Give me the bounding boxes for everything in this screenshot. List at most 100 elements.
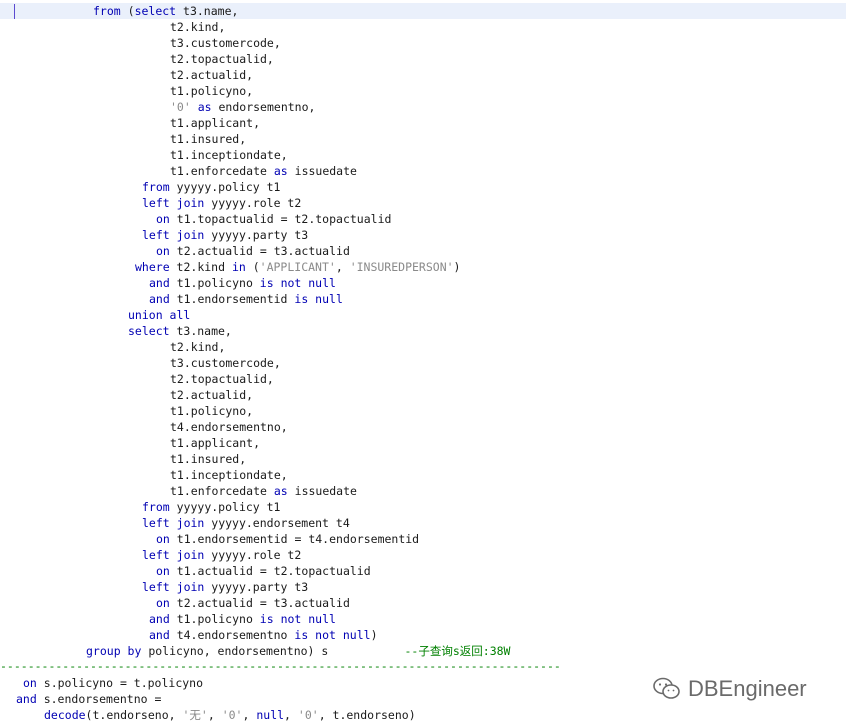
code-text: yyyyy.endorsement t4 [204, 516, 350, 530]
code-line[interactable]: t1.enforcedate as issuedate [170, 163, 357, 179]
code-text: yyyyy.policy t1 [169, 180, 281, 194]
code-line[interactable]: from yyyyy.policy t1 [142, 499, 280, 515]
code-text: ) [453, 260, 461, 274]
code-line[interactable]: from (select t3.name, [93, 3, 238, 19]
sql-keyword: and [149, 292, 170, 306]
code-line[interactable]: left join yyyyy.party t3 [142, 227, 308, 243]
code-text: t1.policyno [169, 612, 260, 626]
code-line[interactable]: '0' as endorsementno, [170, 99, 315, 115]
code-line[interactable]: left join yyyyy.role t2 [142, 195, 301, 211]
code-line[interactable]: on t1.actualid = t2.topactualid [156, 563, 371, 579]
code-text: ( [245, 260, 260, 274]
code-text: t1.policyno [169, 276, 260, 290]
sql-keyword: join [176, 548, 205, 562]
sql-keyword: left [142, 228, 170, 242]
code-line[interactable]: and t1.policyno is not null [149, 611, 336, 627]
sql-keyword: on [156, 564, 170, 578]
code-line[interactable]: t2.actualid, [170, 387, 253, 403]
code-line[interactable]: and s.endorsementno = [16, 691, 161, 707]
code-text: t1.enforcedate [170, 484, 274, 498]
sql-editor[interactable]: from (select t3.name, t2.kind, t3.customer… [0, 0, 846, 726]
code-text: t2.kind, [170, 20, 226, 34]
code-line[interactable]: select t3.name, [128, 323, 232, 339]
code-line[interactable]: t1.policyno, [170, 83, 253, 99]
sql-keyword: join [176, 196, 205, 210]
code-line[interactable]: t1.policyno, [170, 403, 253, 419]
code-line[interactable]: t2.topactualid, [170, 371, 274, 387]
code-text: s.endorsementno = [36, 692, 162, 706]
code-line[interactable]: decode(t.endorseno, '无', '0', null, '0',… [44, 707, 416, 723]
string-literal: 'INSUREDPERSON' [349, 260, 454, 274]
code-text: t1.enforcedate [170, 164, 274, 178]
code-line[interactable]: and t4.endorsementno is not null) [149, 627, 378, 643]
sql-keyword: left [142, 548, 170, 562]
sql-keyword: and [149, 612, 170, 626]
code-comment: --子查询s返回:38W [404, 644, 511, 658]
watermark: DBEngineer [652, 672, 807, 706]
code-text: , [242, 708, 257, 722]
sql-keyword: where [135, 260, 170, 274]
sql-keyword: on [156, 596, 170, 610]
code-line[interactable]: on t2.actualid = t3.actualid [156, 595, 350, 611]
code-line[interactable]: t4.endorsementno, [170, 419, 288, 435]
code-line[interactable]: t2.kind, [170, 19, 225, 35]
code-line[interactable]: t1.applicant, [170, 115, 260, 131]
code-line[interactable]: on t2.actualid = t3.actualid [156, 243, 350, 259]
code-line[interactable]: t1.inceptiondate, [170, 147, 288, 163]
wechat-icon [653, 677, 680, 699]
code-line[interactable]: t1.insured, [170, 451, 246, 467]
code-line[interactable]: left join yyyyy.role t2 [142, 547, 301, 563]
code-text: t2.actualid, [170, 388, 254, 402]
code-text: s.policyno = t.policyno [36, 676, 204, 690]
code-line[interactable]: t1.applicant, [170, 435, 260, 451]
code-text: ) [370, 628, 378, 642]
code-line[interactable]: on s.policyno = t.policyno [23, 675, 203, 691]
sql-keyword: in [231, 260, 246, 274]
code-line[interactable]: t1.inceptiondate, [170, 467, 288, 483]
code-text: t2.actualid = t3.actualid [169, 596, 350, 610]
code-line[interactable]: left join yyyyy.endorsement t4 [142, 515, 350, 531]
sql-keyword: join [176, 516, 205, 530]
code-line[interactable]: t3.customercode, [170, 355, 281, 371]
code-line[interactable]: from yyyyy.policy t1 [142, 179, 280, 195]
code-line[interactable]: t3.customercode, [170, 35, 281, 51]
code-line[interactable]: left join yyyyy.party t3 [142, 579, 308, 595]
sql-keyword: on [156, 532, 170, 546]
code-text: (t.endorseno, [85, 708, 183, 722]
code-line[interactable]: on t1.endorsementid = t4.endorsementid [156, 531, 419, 547]
code-text: t2.topactualid, [170, 372, 274, 386]
sql-keyword: is not null [294, 628, 371, 642]
code-line[interactable]: group by policyno, endorsementno) s --子查… [86, 643, 510, 659]
code-line[interactable]: t1.enforcedate as issuedate [170, 483, 357, 499]
code-text: issuedate [287, 484, 357, 498]
code-text: t1.endorsementid [169, 292, 295, 306]
code-line[interactable]: t1.insured, [170, 131, 246, 147]
code-text: , [284, 708, 298, 722]
code-line[interactable]: t2.topactualid, [170, 51, 274, 67]
comment-separator: ----------------------------------------… [0, 659, 560, 673]
code-text: t4.endorsementno, [170, 420, 288, 434]
code-text: t2.topactualid, [170, 52, 274, 66]
code-line[interactable]: and t1.endorsementid is null [149, 291, 343, 307]
code-text: endorsementno, [211, 100, 316, 114]
sql-keyword: left [142, 580, 170, 594]
watermark-text: DBEngineer [688, 676, 807, 701]
sql-keyword: on [156, 212, 170, 226]
code-text: yyyyy.party t3 [204, 580, 309, 594]
code-text: t1.endorsementid = t4.endorsementid [169, 532, 420, 546]
sql-keyword: on [156, 244, 170, 258]
code-line[interactable]: on t1.topactualid = t2.topactualid [156, 211, 391, 227]
code-text: t1.applicant, [170, 116, 261, 130]
sql-keyword: select [134, 4, 177, 18]
code-text: issuedate [287, 164, 357, 178]
sql-keyword: decode [44, 708, 86, 722]
code-line[interactable]: union all [128, 307, 190, 323]
sql-keyword: null [256, 708, 285, 722]
code-line[interactable]: t2.actualid, [170, 67, 253, 83]
code-text: yyyyy.role t2 [204, 196, 302, 210]
code-line[interactable]: and t1.policyno is not null [149, 275, 336, 291]
code-line[interactable]: where t2.kind in ('APPLICANT', 'INSUREDP… [135, 259, 460, 275]
code-text: t2.kind, [170, 340, 226, 354]
code-line[interactable]: t2.kind, [170, 339, 225, 355]
